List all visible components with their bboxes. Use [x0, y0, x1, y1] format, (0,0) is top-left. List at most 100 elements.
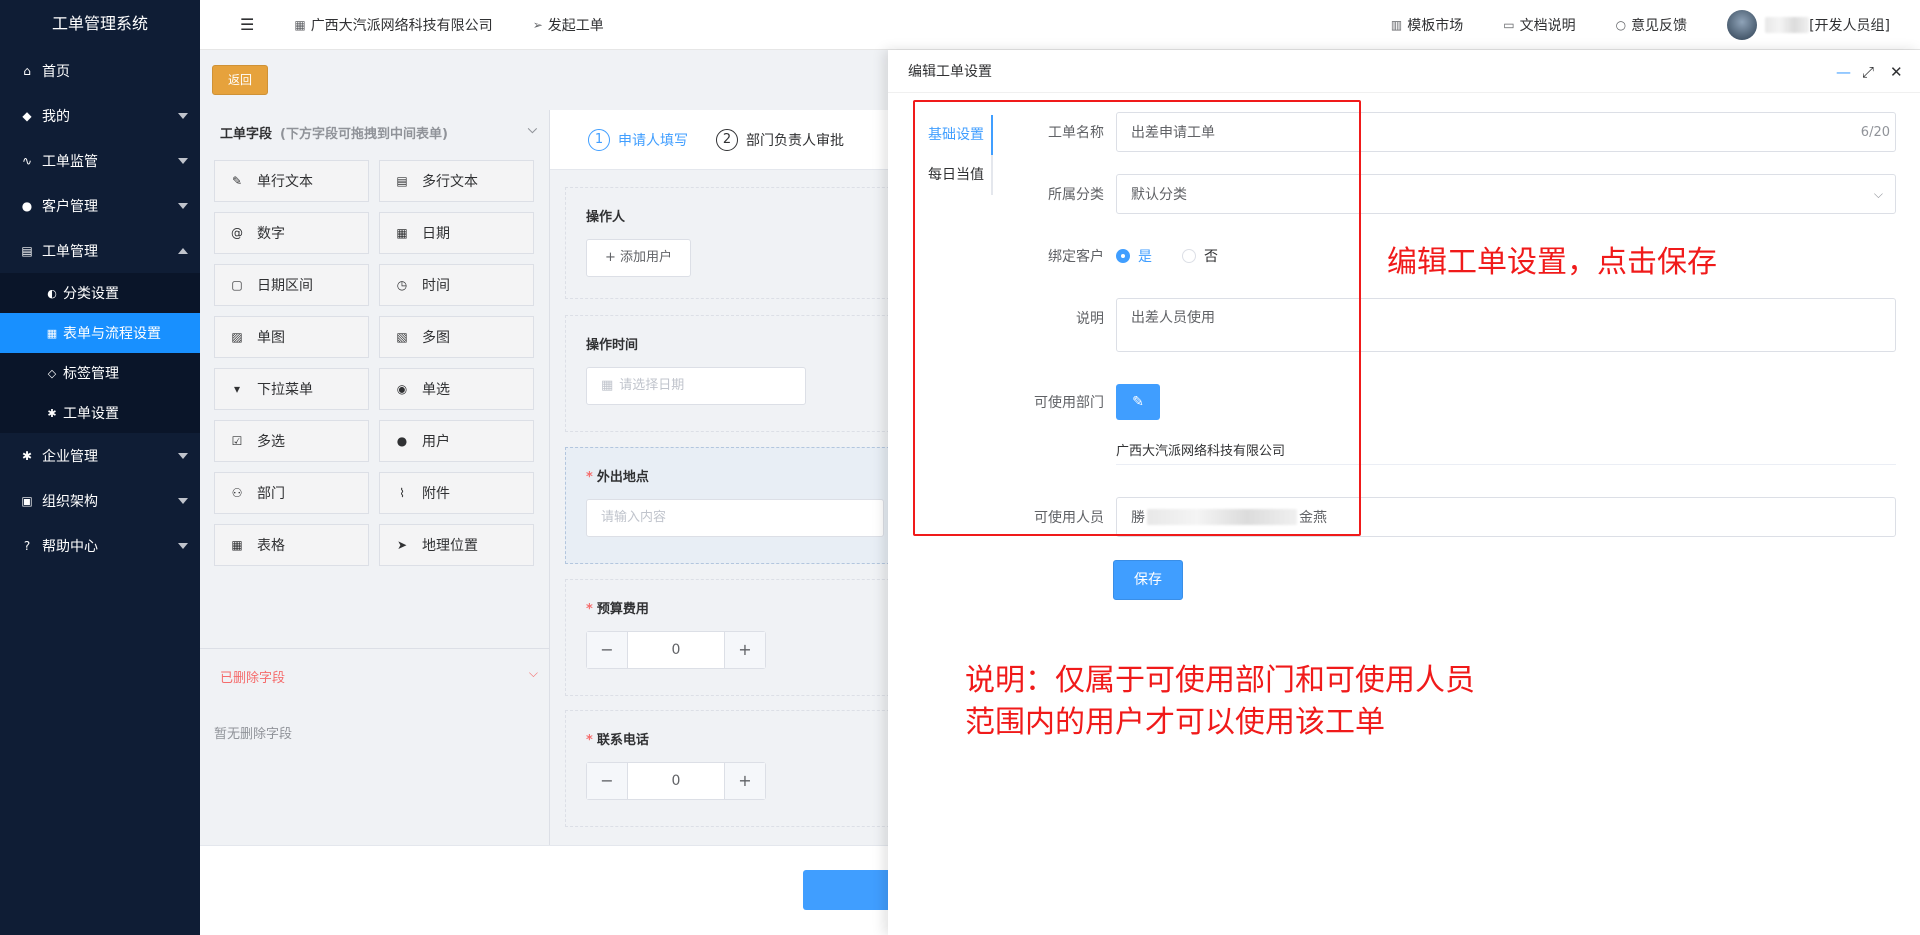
add-user-button[interactable]: + 添加用户 — [586, 239, 692, 277]
field-single-image[interactable]: ▨ 单图 — [214, 316, 369, 358]
form-field-time[interactable]: 操作时间 ▦ 请选择日期 — [565, 315, 905, 432]
sidebar: 工单管理系统 ⌂ 首页 ◆ 我的 ∿ 工单监管 ● 客户管理 ▤ 工单管理 ◐ 分类设置 ▦… — [0, 0, 200, 935]
menu-monitor[interactable]: ∿ 工单监管 — [0, 138, 200, 183]
maximize-icon[interactable]: ⤢ — [1862, 63, 1874, 81]
menu-toggle-icon[interactable]: ☰ — [240, 15, 254, 34]
calendar-icon: ▦ — [601, 378, 614, 393]
chevron-down-icon — [178, 158, 188, 164]
deleted-fields-header[interactable]: 已删除字段 ⌵ — [200, 648, 550, 704]
field-panel-header[interactable]: 工单字段 (下方字段可拖拽到中间表单) ⌵ — [200, 110, 549, 155]
field-dropdown[interactable]: ▾ 下拉菜单 — [214, 368, 369, 410]
chevron-down-icon — [178, 203, 188, 209]
location-input[interactable]: 请输入内容 — [586, 499, 884, 537]
send-icon: ➢ — [532, 17, 543, 32]
table-icon: ▦ — [231, 538, 243, 552]
checkbox-icon: ☑ — [231, 434, 243, 448]
top-bar: ☰ ▦ 广西大汽派网络科技有限公司 ➢ 发起工单 ▥ 模板市场 ▭ 文档说明 ○ 意见反馈… — [200, 0, 1920, 50]
back-button[interactable]: 返回 — [212, 65, 268, 95]
field-table[interactable]: ▦ 表格 — [214, 524, 369, 566]
template-market-link[interactable]: ▥ 模板市场 — [1391, 15, 1463, 35]
submenu-form-flow[interactable]: ▦ 表单与流程设置 — [0, 313, 200, 353]
paperclip-icon: ⌇ — [399, 486, 405, 500]
minus-button[interactable]: − — [587, 632, 627, 668]
company-switch[interactable]: ▦ 广西大汽派网络科技有限公司 — [294, 15, 492, 35]
flow-steps: 1 申请人填写 2 部门负责人审批 — [550, 110, 920, 170]
users-icon: ● — [21, 198, 33, 213]
chevron-down-icon — [178, 543, 188, 549]
chevron-down-icon — [178, 498, 188, 504]
drawer-title: 编辑工单设置 — [888, 50, 1920, 93]
field-radio[interactable]: ◉ 单选 — [379, 368, 534, 410]
form-field-location[interactable]: * 外出地点 请输入内容 — [565, 447, 905, 564]
menu-workorders[interactable]: ▤ 工单管理 — [0, 228, 200, 273]
docs-link[interactable]: ▭ 文档说明 — [1503, 15, 1575, 35]
form-field-budget[interactable]: * 预算费用 −0 + — [565, 579, 905, 696]
submenu-category[interactable]: ◐ 分类设置 — [0, 273, 200, 313]
book-icon: ▭ — [1503, 17, 1515, 32]
close-icon[interactable]: ✕ — [1890, 63, 1903, 81]
user-icon: ● — [396, 434, 408, 448]
menu-enterprise[interactable]: ✱ 企业管理 — [0, 433, 200, 478]
images-icon: ▧ — [396, 330, 408, 344]
avatar[interactable] — [1727, 9, 1758, 40]
step-dept-approval[interactable]: 2 部门负责人审批 — [716, 128, 844, 151]
field-multi-image[interactable]: ▧ 多图 — [379, 316, 534, 358]
field-multi-text[interactable]: ▤ 多行文本 — [379, 160, 534, 202]
field-time[interactable]: ◷ 时间 — [379, 264, 534, 306]
group-icon: ⚇ — [231, 486, 243, 500]
plus-button[interactable]: + — [725, 632, 765, 668]
field-single-text[interactable]: ✎ 单行文本 — [214, 160, 369, 202]
annotation-highlight-box — [913, 100, 1361, 536]
save-button[interactable]: 保存 — [1113, 560, 1183, 600]
chevron-down-icon — [178, 113, 188, 119]
date-picker[interactable]: ▦ 请选择日期 — [586, 367, 806, 405]
field-department[interactable]: ⚇ 部门 — [214, 472, 369, 514]
submenu-settings[interactable]: ✱ 工单设置 — [0, 393, 200, 433]
field-panel: 工单字段 (下方字段可拖拽到中间表单) ⌵ ✎ 单行文本 ▤ 多行文本 @ 数字 ▦ 日… — [200, 110, 550, 895]
budget-stepper[interactable]: −0 + — [586, 631, 766, 669]
create-workorder-link[interactable]: ➢ 发起工单 — [533, 15, 604, 35]
field-date-range[interactable]: ▢ 日期区间 — [214, 264, 369, 306]
phone-stepper[interactable]: −0 + — [586, 762, 766, 800]
tag-icon: ◇ — [47, 366, 57, 380]
category-icon: ◐ — [47, 286, 57, 300]
org-icon: ▣ — [21, 493, 33, 508]
chevron-down-icon: ⌵ — [528, 666, 538, 680]
menu-org[interactable]: ▣ 组织架构 — [0, 478, 200, 523]
menu-customers[interactable]: ● 客户管理 — [0, 183, 200, 228]
annotation-save-note: 编辑工单设置，点击保存 — [1387, 245, 1717, 280]
minimize-icon[interactable]: — — [1836, 63, 1851, 81]
edit-icon: ✎ — [231, 174, 243, 188]
layers-icon: ◆ — [22, 108, 32, 123]
form-field-operator[interactable]: 操作人 + 添加用户 — [565, 187, 905, 299]
clipboard-icon: ▤ — [21, 243, 33, 258]
clock-icon: ◷ — [396, 278, 408, 292]
submenu-tags[interactable]: ◇ 标签管理 — [0, 353, 200, 393]
field-date[interactable]: ▦ 日期 — [379, 212, 534, 254]
field-grid: ✎ 单行文本 ▤ 多行文本 @ 数字 ▦ 日期 ▢ 日期区间 ◷ 时间 ▨ 单图 ▧ 多图 ▾ 下… — [200, 155, 549, 571]
radio-icon: ◉ — [396, 382, 408, 396]
location-arrow-icon: ➤ — [396, 538, 408, 552]
field-user[interactable]: ● 用户 — [379, 420, 534, 462]
menu-help[interactable]: ? 帮助中心 — [0, 523, 200, 568]
field-attachment[interactable]: ⌇ 附件 — [379, 472, 534, 514]
pulse-icon: ∿ — [21, 153, 33, 168]
image-icon: ▨ — [231, 330, 243, 344]
step-applicant[interactable]: 1 申请人填写 — [588, 128, 688, 151]
app-title: 工单管理系统 — [51, 14, 148, 33]
field-number[interactable]: @ 数字 — [214, 212, 369, 254]
field-location[interactable]: ➤ 地理位置 — [379, 524, 534, 566]
minus-button[interactable]: − — [587, 763, 627, 799]
plus-button[interactable]: + — [725, 763, 765, 799]
field-checkbox[interactable]: ☑ 多选 — [214, 420, 369, 462]
gear-icon: ✱ — [21, 448, 33, 463]
feedback-link[interactable]: ○ 意见反馈 — [1616, 15, 1687, 35]
chevron-up-icon — [178, 248, 188, 254]
form-field-phone[interactable]: * 联系电话 −0 + — [565, 710, 905, 827]
user-role[interactable]: [开发人员组] — [1809, 15, 1890, 35]
user-name-blurred — [1765, 16, 1810, 33]
calendar-icon: ▦ — [396, 226, 408, 240]
form-canvas: 1 申请人填写 2 部门负责人审批 操作人 + 添加用户 操作时间 ▦ 请选择日期 *… — [550, 110, 920, 895]
menu-mine[interactable]: ◆ 我的 — [0, 93, 200, 138]
menu-home[interactable]: ⌂ 首页 — [0, 48, 200, 93]
